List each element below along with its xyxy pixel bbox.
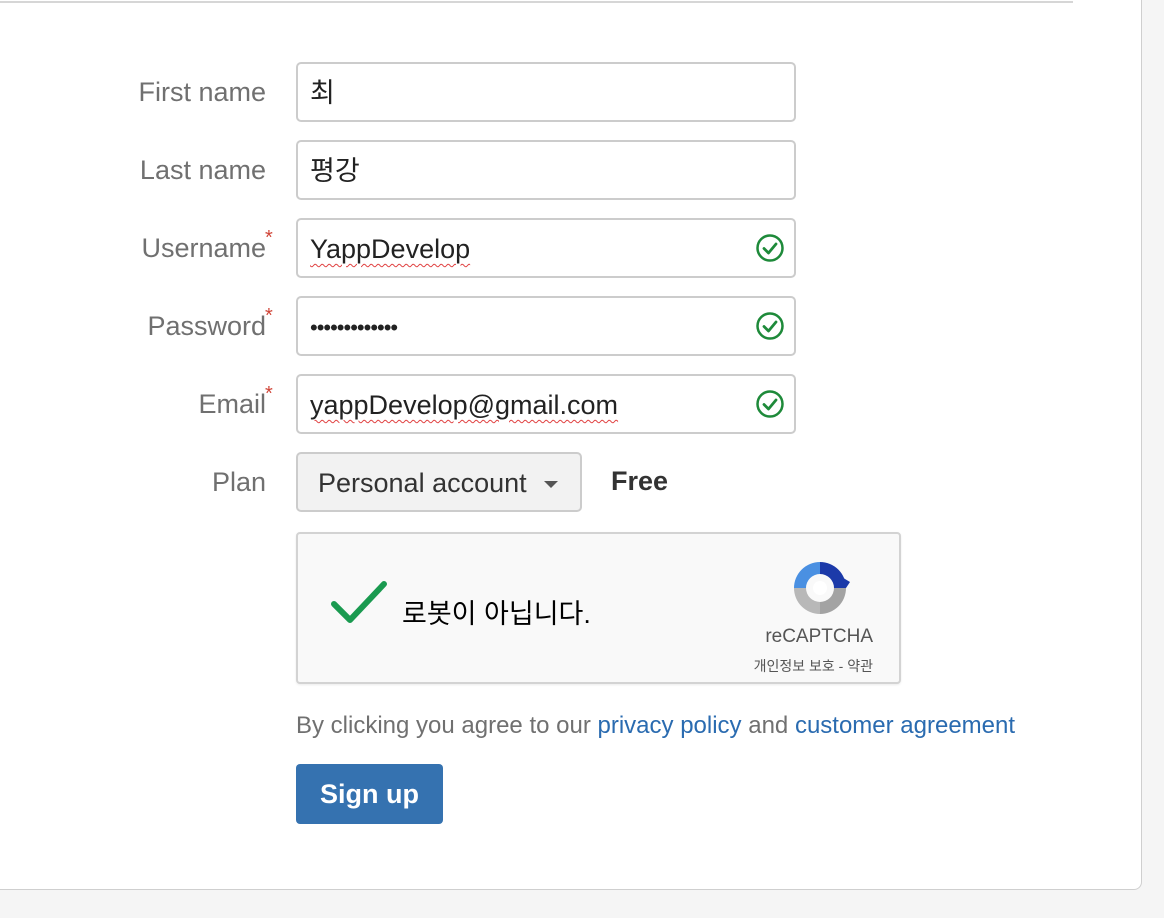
first-name-field[interactable]: 최 (296, 62, 796, 122)
plan-label: Plan (211, 467, 266, 497)
chevron-down-icon (544, 481, 558, 488)
first-name-value: 최 (310, 78, 335, 108)
recaptcha-separator: - (838, 658, 844, 674)
recaptcha-terms-link[interactable]: 약관 (847, 658, 873, 674)
agreement-prefix: By clicking you agree to our (296, 712, 591, 739)
signup-panel (0, 0, 1142, 890)
recaptcha-brand: reCAPTCHA (765, 626, 873, 647)
username-value: YappDevelop (310, 234, 471, 264)
email-label: Email (198, 389, 266, 419)
privacy-policy-link[interactable]: privacy policy (598, 712, 742, 739)
password-required-mark: * (265, 305, 273, 327)
recaptcha-widget[interactable]: 로봇이 아닙니다. reCAPTCHA 개인정보 보호 - 약관 (296, 532, 901, 684)
top-divider (0, 1, 1073, 3)
valid-check-icon (756, 234, 784, 262)
valid-check-icon (756, 312, 784, 340)
agreement-text: By clicking you agree to our privacy pol… (296, 712, 1015, 740)
username-field[interactable]: YappDevelop (296, 218, 796, 278)
valid-check-icon (756, 390, 784, 418)
username-required-mark: * (265, 227, 273, 249)
email-value: yappDevelop@gmail.com (310, 390, 619, 420)
plan-select[interactable]: Personal account (296, 452, 582, 512)
password-field[interactable]: ••••••••••••• (296, 296, 796, 356)
recaptcha-logo-icon (794, 562, 850, 614)
sign-up-button[interactable]: Sign up (296, 764, 443, 824)
checkmark-icon[interactable] (330, 580, 388, 626)
plan-price: Free (611, 466, 669, 496)
email-required-mark: * (265, 383, 273, 405)
recaptcha-links: 개인정보 보호 - 약관 (754, 656, 873, 676)
plan-selected-value: Personal account (318, 468, 527, 498)
agreement-conjunction: and (748, 712, 789, 739)
username-label: Username (141, 233, 266, 263)
customer-agreement-link[interactable]: customer agreement (795, 712, 1015, 739)
password-label: Password (147, 311, 266, 341)
password-value: ••••••••••••• (310, 315, 398, 340)
last-name-field[interactable]: 평강 (296, 140, 796, 200)
last-name-value: 평강 (310, 156, 360, 186)
last-name-label: Last name (139, 155, 266, 185)
email-field[interactable]: yappDevelop@gmail.com (296, 374, 796, 434)
first-name-label: First name (138, 77, 266, 107)
recaptcha-status-text: 로봇이 아닙니다. (402, 599, 591, 629)
recaptcha-privacy-link[interactable]: 개인정보 보호 (754, 658, 835, 674)
